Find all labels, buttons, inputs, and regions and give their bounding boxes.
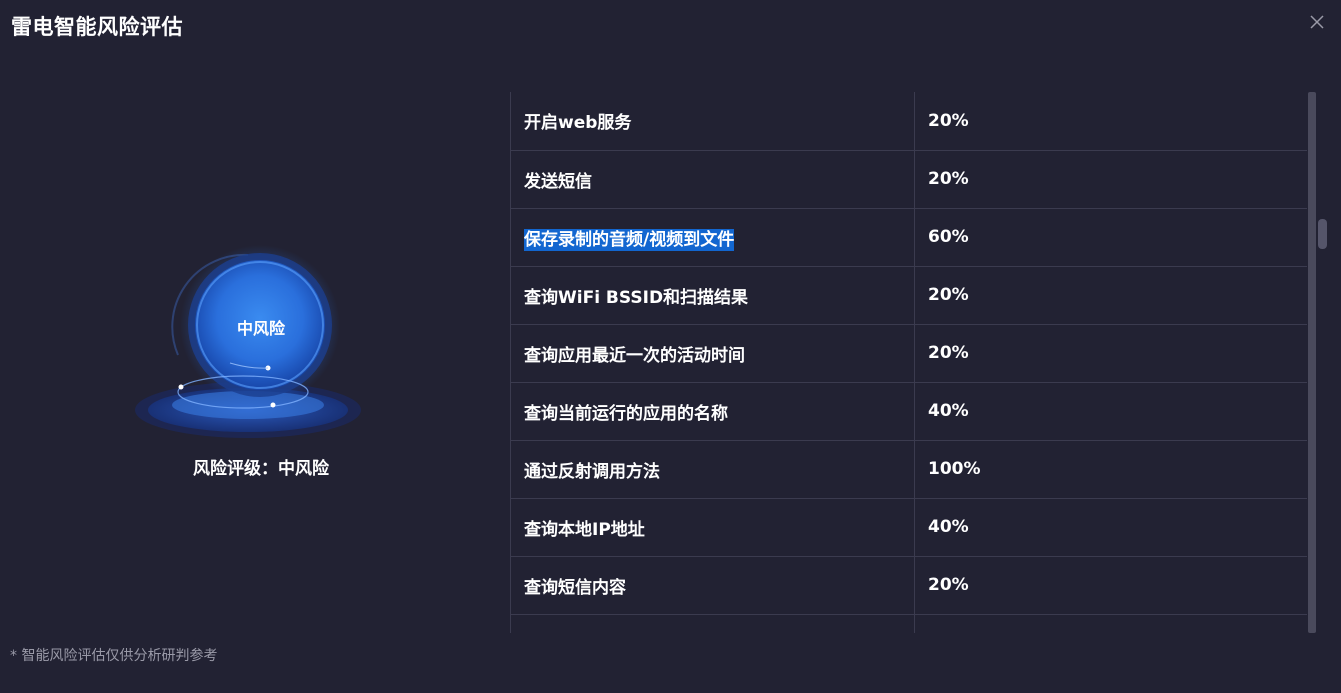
table-row: 开启web服务 20%	[510, 92, 1307, 151]
dialog-title: 雷电智能风险评估	[11, 15, 183, 39]
permission-percent-cell: 100%	[914, 440, 1307, 499]
permission-name-cell	[510, 614, 915, 633]
permission-percent-cell: 20%	[914, 266, 1307, 325]
permission-name-cell: 查询短信内容	[510, 556, 915, 615]
permission-percent-cell: 60%	[914, 208, 1307, 267]
permission-percent-cell: 40%	[914, 498, 1307, 557]
permission-name-cell: 发送短信	[510, 150, 915, 209]
table-row: 查询WiFi BSSID和扫描结果 20%	[510, 266, 1307, 325]
risk-level-label: 风险评级：中风险	[193, 459, 329, 479]
permission-percent-cell: 20%	[914, 324, 1307, 383]
table-row: 保存录制的音频/视频到文件 60%	[510, 208, 1307, 267]
risk-summary-panel: 中风险 风险评级：中风险	[0, 60, 510, 630]
table-row: 查询应用最近一次的活动时间 20%	[510, 324, 1307, 383]
table-scrollbar-track[interactable]	[1308, 92, 1316, 633]
permission-percent-cell	[914, 614, 1307, 633]
table-row: 查询当前运行的应用的名称 40%	[510, 382, 1307, 441]
permission-table: 开启web服务 20% 发送短信 20% 保存录制的音频/视频到文件 60% 查…	[510, 92, 1307, 633]
close-icon[interactable]	[1307, 12, 1327, 32]
permission-percent-cell: 20%	[914, 556, 1307, 615]
permission-percent-cell: 40%	[914, 382, 1307, 441]
risk-orb-graphic: 中风险	[130, 245, 366, 445]
permission-name-cell: 查询应用最近一次的活动时间	[510, 324, 915, 383]
disclaimer-footnote: * 智能风险评估仅供分析研判参考	[10, 648, 218, 664]
permission-name-cell: 查询当前运行的应用的名称	[510, 382, 915, 441]
table-row: 查询本地IP地址 40%	[510, 498, 1307, 557]
permission-name-cell: 保存录制的音频/视频到文件	[510, 208, 915, 267]
permission-table-container[interactable]: 开启web服务 20% 发送短信 20% 保存录制的音频/视频到文件 60% 查…	[510, 92, 1307, 633]
permission-name-cell: 查询WiFi BSSID和扫描结果	[510, 266, 915, 325]
permission-percent-cell: 20%	[914, 150, 1307, 209]
permission-name-cell: 通过反射调用方法	[510, 440, 915, 499]
table-row: 查询短信内容 20%	[510, 556, 1307, 615]
risk-assessment-dialog: 雷电智能风险评估 中风险 风险评级：中风险 开启web服务 20% 发送短信 2…	[0, 0, 1341, 693]
table-row	[510, 614, 1307, 633]
table-row: 通过反射调用方法 100%	[510, 440, 1307, 499]
dialog-scrollbar-thumb[interactable]	[1318, 219, 1327, 249]
table-row: 发送短信 20%	[510, 150, 1307, 209]
selected-text-highlight: 保存录制的音频/视频到文件	[524, 228, 735, 251]
permission-percent-cell: 20%	[914, 92, 1307, 151]
permission-name-cell: 开启web服务	[510, 92, 915, 151]
permission-name-cell: 查询本地IP地址	[510, 498, 915, 557]
